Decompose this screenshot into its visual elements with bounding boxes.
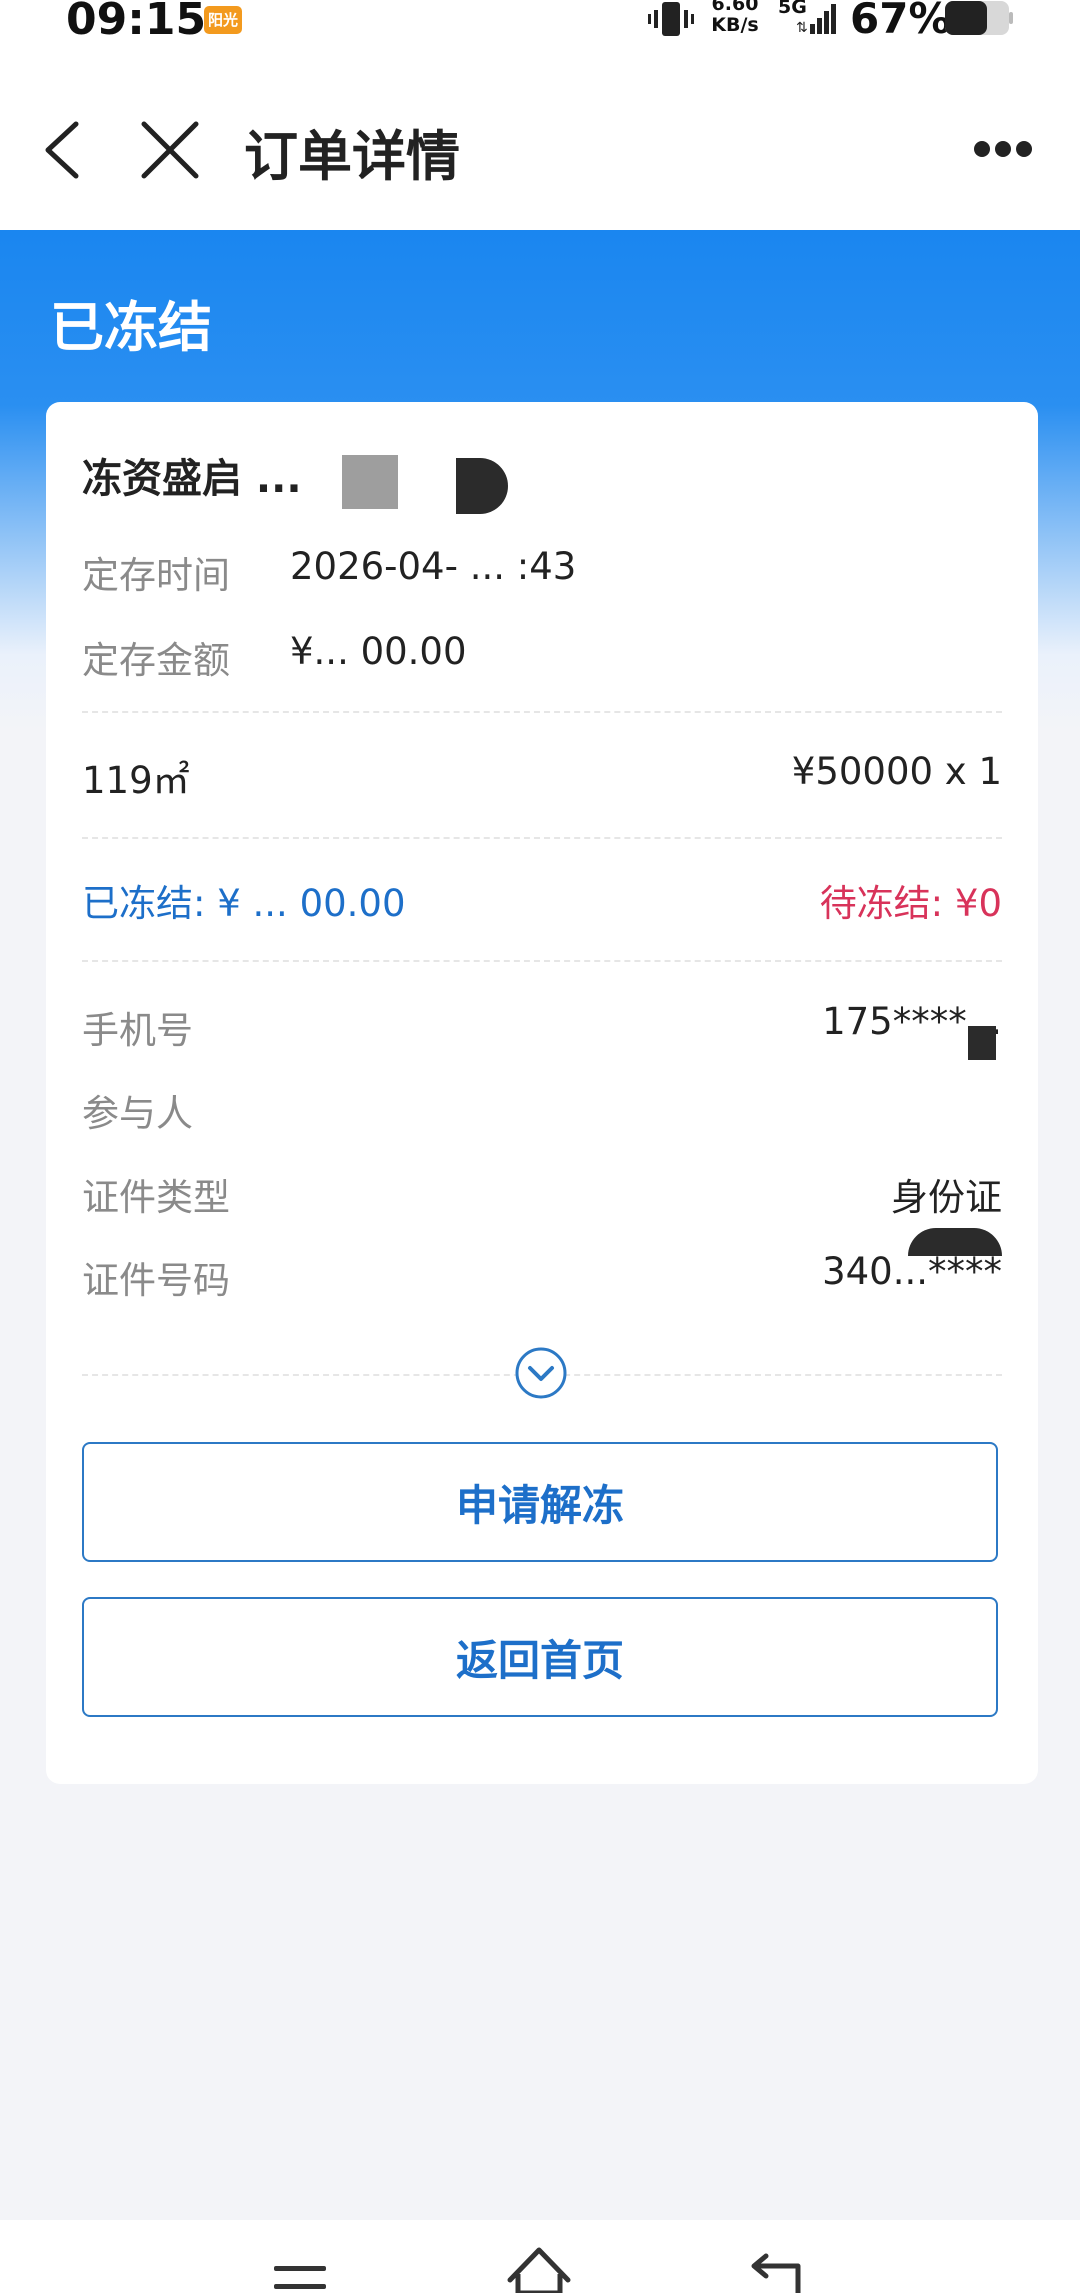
id-type-label: 证件类型 <box>82 1176 230 1219</box>
order-card <box>46 402 1038 1784</box>
id-number-value: 340...**** <box>822 1250 1002 1293</box>
deposit-amount-label: 定存金额 <box>82 639 230 682</box>
carrier-badge: 阳光 <box>204 6 242 34</box>
apply-unfreeze-button[interactable]: 申请解冻 <box>82 1442 998 1562</box>
home-icon[interactable] <box>506 2244 572 2293</box>
battery-icon <box>945 1 1013 35</box>
back-icon[interactable] <box>40 120 86 180</box>
more-options-icon[interactable] <box>972 136 1034 162</box>
vibrate-icon <box>648 2 694 36</box>
page-title: 订单详情 <box>244 125 460 188</box>
item-spec: 119㎡ <box>82 759 190 802</box>
item-price: ¥50000 x 1 <box>791 750 1002 793</box>
phone-label: 手机号 <box>82 1009 193 1052</box>
signal-icon: ⇅ <box>796 4 836 36</box>
chevron-down-icon[interactable] <box>514 1346 568 1400</box>
battery-percentage: 67% <box>850 0 951 43</box>
frozen-amount: 已冻结: ¥ ... 00.00 <box>82 882 406 925</box>
redaction-mask <box>342 455 398 509</box>
divider <box>82 837 1002 839</box>
deposit-time-value: 2026-04- ... :43 <box>290 545 577 588</box>
divider <box>82 711 1002 713</box>
close-icon[interactable] <box>140 120 200 180</box>
participant-label: 参与人 <box>82 1092 193 1135</box>
network-speed: 6.60 KB/s <box>706 0 764 36</box>
pending-freeze-amount: 待冻结: ¥0 <box>819 882 1002 925</box>
redaction-mask <box>968 1026 996 1060</box>
svg-text:⇅: ⇅ <box>796 20 808 36</box>
status-time: 09:15 <box>66 0 207 45</box>
network-speed-text: 6.60 KB/s <box>711 0 759 36</box>
redaction-mask <box>908 1228 1002 1256</box>
id-number-label: 证件号码 <box>82 1259 230 1302</box>
deposit-time-label: 定存时间 <box>82 554 230 597</box>
order-status-title: 已冻结 <box>50 296 212 359</box>
deposit-amount-value: ¥... 00.00 <box>290 630 467 673</box>
product-name: 冻资盛启 ... <box>82 456 302 502</box>
return-icon[interactable] <box>748 2252 808 2293</box>
menu-icon[interactable] <box>272 2258 328 2293</box>
back-home-button[interactable]: 返回首页 <box>82 1597 998 1717</box>
id-type-value: 身份证 <box>891 1176 1002 1219</box>
divider <box>82 960 1002 962</box>
